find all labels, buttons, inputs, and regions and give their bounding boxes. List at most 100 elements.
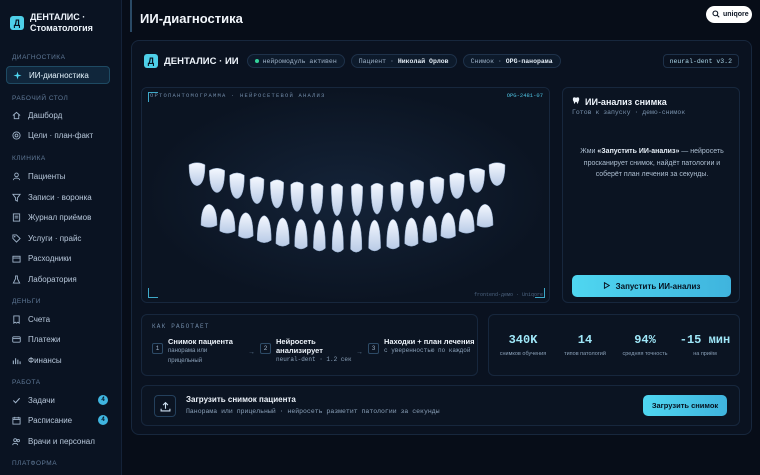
upload-title: Загрузить снимок пациента (186, 395, 296, 404)
tooth-shape (290, 181, 304, 212)
tooth-shape (313, 219, 326, 252)
user-icon (12, 172, 21, 181)
tooth-shape (410, 179, 424, 209)
tasks-count-badge: 4 (98, 395, 108, 405)
arrow-right-icon: → (356, 349, 363, 356)
tag-icon (12, 233, 21, 243)
tooth-icon (572, 96, 581, 107)
sidebar-item-label: ИИ-диагностика (29, 70, 89, 80)
brand-logo: Д (10, 16, 24, 30)
tooth-shape (294, 219, 308, 250)
step-number: 2 (260, 343, 271, 354)
tooth-shape (270, 179, 284, 209)
tooth-shape (488, 162, 506, 187)
sidebar-item-tasks[interactable]: Задачи 4 (6, 391, 110, 409)
module-topbar: Д ДЕНТАЛИС · ИИ нейромодуль активен Паци… (144, 51, 739, 71)
sidebar-item-journal[interactable]: Журнал приёмов (6, 208, 110, 226)
sidebar-item-staff[interactable]: Врачи и персонал (6, 432, 110, 450)
ai-analysis-subtitle: Готов к запуску · демо-снимок (572, 109, 686, 116)
brand[interactable]: Д ДЕНТАЛИС · Стоматология (10, 12, 116, 34)
tooth-shape (275, 217, 290, 247)
team-icon (12, 437, 21, 446)
sidebar-item-label: Услуги · прайс (28, 233, 82, 243)
how-it-works: КАК РАБОТАЕТ 1 Снимок пациента панорама … (141, 314, 478, 376)
sidebar-item-appointments[interactable]: Записи · воронка (6, 188, 110, 206)
sidebar-item-label: Пациенты (28, 171, 66, 181)
calendar-icon (12, 416, 21, 425)
desc-prefix: Жми (580, 148, 598, 155)
tooth-shape (200, 203, 218, 228)
sidebar-item-ai-diagnostics[interactable]: ИИ-диагностика (6, 66, 110, 84)
sidebar-item-services[interactable]: Услуги · прайс (6, 229, 110, 247)
step-item: 1 Снимок пациента панорама или прицельны… (152, 337, 240, 366)
stat-item: 94% средняя точность (615, 333, 675, 357)
sidebar: Д ДЕНТАЛИС · Стоматология Диагностика ИИ… (0, 0, 122, 475)
stat-value: 14 (577, 333, 593, 347)
status-text: нейромодуль активен (262, 57, 337, 65)
tooth-shape (449, 172, 465, 199)
sidebar-item-schedule[interactable]: Расписание 4 (6, 411, 110, 429)
run-ai-analysis-button[interactable]: Запустить ИИ-анализ (572, 275, 731, 297)
tooth-shape (368, 219, 381, 252)
sidebar-item-label: Счета (28, 314, 51, 324)
how-title: КАК РАБОТАЕТ (152, 323, 210, 330)
tooth-shape (331, 183, 343, 217)
tooth-shape (350, 219, 363, 253)
sidebar-item-label: Финансы (28, 355, 62, 365)
header-divider (130, 0, 132, 32)
image-chip[interactable]: Снимок · OPG-панорама (462, 54, 561, 68)
step-subtitle: панорама или прицельный (168, 348, 208, 364)
upper-teeth-row (188, 162, 506, 217)
sidebar-item-invoices[interactable]: Счета (6, 310, 110, 328)
tooth-shape (476, 203, 494, 228)
user-menu-button[interactable]: uniqore (706, 6, 752, 23)
xray-viewer[interactable]: ОРТОПАНТОМОГРАММА · НЕЙРОСЕТЕВОЙ АНАЛИЗ … (141, 87, 550, 303)
upload-image-button[interactable]: Загрузить снимок (643, 395, 727, 416)
step-number: 1 (152, 343, 163, 354)
tooth-shape (469, 167, 485, 193)
sidebar-item-patients[interactable]: Пациенты (6, 167, 110, 185)
xray-footer: frontend-демо · Uniqore (473, 292, 543, 298)
tooth-shape (188, 162, 206, 187)
sidebar-item-finance[interactable]: Финансы (6, 351, 110, 369)
step-subtitle: neural-dent · 1.2 сек (276, 356, 352, 363)
tooth-shape (249, 176, 265, 205)
ai-title-text: ИИ-анализ снимка (585, 96, 667, 107)
stat-label: типов патологий (564, 351, 606, 357)
xray-label: ОРТОПАНТОМОГРАММА · НЕЙРОСЕТЕВОЙ АНАЛИЗ (150, 92, 326, 99)
version-badge: neural-dent v3.2 (662, 54, 739, 68)
tooth-shape (404, 217, 419, 247)
sidebar-item-laboratory[interactable]: Лаборатория (6, 270, 110, 288)
tooth-shape (310, 182, 324, 215)
upload-icon (154, 395, 176, 417)
brand-name: ДЕНТАЛИС · Стоматология (30, 12, 93, 33)
tooth-shape (429, 176, 445, 205)
invoice-icon (12, 314, 21, 324)
flask-icon (12, 274, 21, 284)
home-icon (12, 111, 21, 120)
sidebar-item-dashboard[interactable]: Дашборд (6, 106, 110, 124)
nav-section-money: Деньги (12, 298, 41, 305)
module-logo: Д (144, 54, 158, 68)
sidebar-item-supplies[interactable]: Расходники (6, 249, 110, 267)
tooth-shape (256, 215, 272, 243)
stat-label: средняя точность (622, 351, 668, 357)
tooth-shape (238, 212, 254, 239)
sidebar-item-payments[interactable]: Платежи (6, 330, 110, 348)
tooth-shape (422, 215, 438, 243)
card-icon (12, 335, 21, 344)
target-icon (12, 130, 21, 140)
tooth-shape (458, 208, 475, 234)
sidebar-item-label: Записи · воронка (28, 192, 92, 202)
patient-chip[interactable]: Пациент · Николай Орлов (350, 54, 457, 68)
sidebar-item-goals[interactable]: Цели · план-факт (6, 126, 110, 144)
sidebar-item-label: Лаборатория (28, 274, 77, 284)
journal-icon (12, 212, 21, 222)
stat-value: -15 мин (679, 333, 731, 347)
step-title: Нейросеть анализирует (276, 337, 323, 355)
desc-bold: «Запустить ИИ-анализ» (597, 148, 680, 155)
tooth-shape (209, 167, 225, 193)
schedule-count-badge: 4 (98, 415, 108, 425)
status-badge: нейромодуль активен (246, 54, 345, 68)
stat-item: 340K снимков обучения (493, 333, 553, 357)
